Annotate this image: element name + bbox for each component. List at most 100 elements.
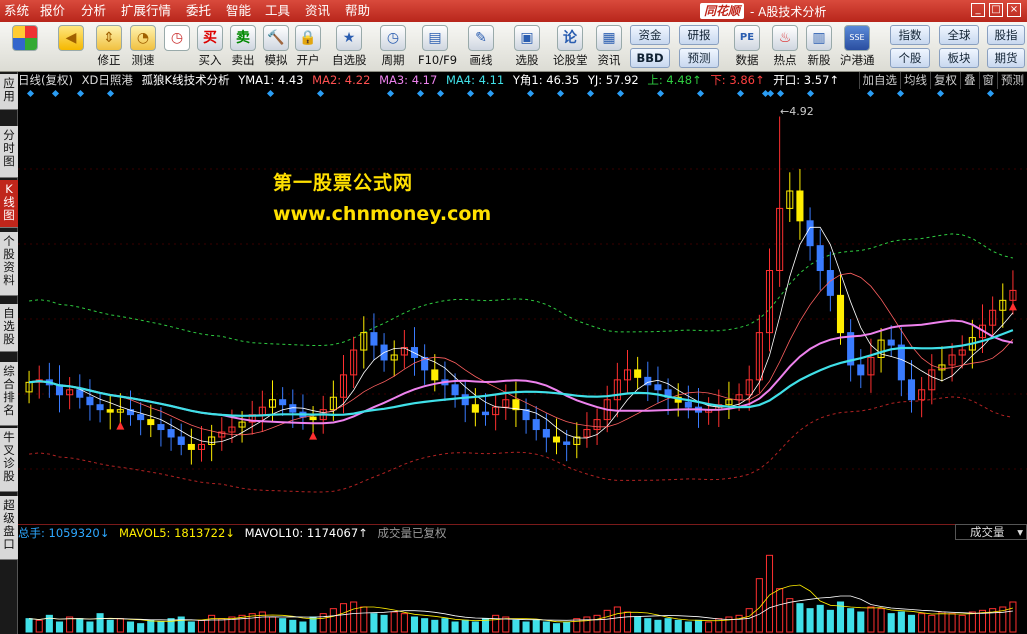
minimize-button[interactable]: _ bbox=[971, 3, 985, 17]
volume-bar bbox=[441, 618, 449, 633]
volume-bar bbox=[66, 616, 74, 633]
volume-bar bbox=[806, 608, 814, 633]
candle-body bbox=[887, 339, 895, 346]
clock-button[interactable]: ◷ bbox=[160, 24, 194, 70]
candle-body bbox=[634, 369, 642, 378]
menu-tools[interactable]: 工具 bbox=[265, 3, 290, 19]
volume-bar bbox=[938, 611, 946, 633]
back-button[interactable]: ◀ bbox=[54, 24, 88, 70]
candle-body bbox=[654, 384, 662, 391]
volume-bar bbox=[299, 621, 307, 633]
max-price-value: 4.92 bbox=[789, 105, 814, 118]
news-button[interactable]: ▦ 资讯 bbox=[592, 24, 626, 70]
star-icon: ★ bbox=[336, 25, 362, 51]
period-button[interactable]: ◷ 周期 bbox=[376, 24, 410, 70]
grid-icon bbox=[12, 25, 38, 51]
candle-body bbox=[157, 424, 165, 431]
menu-smart[interactable]: 智能 bbox=[226, 3, 251, 19]
forum-button[interactable]: 论论股堂 bbox=[553, 24, 588, 70]
volume-bar bbox=[147, 619, 155, 633]
new-stock-icon: ▥ bbox=[806, 25, 832, 51]
index-futures-button[interactable]: 股指 bbox=[987, 25, 1025, 45]
stock-button[interactable]: 个股 bbox=[890, 48, 930, 68]
data-button[interactable]: PE 数据 bbox=[730, 24, 764, 70]
menu-analysis[interactable]: 分析 bbox=[81, 3, 106, 19]
index-button[interactable]: 指数 bbox=[890, 25, 930, 45]
hk-connect-button[interactable]: SSE 沪港通 bbox=[840, 24, 875, 70]
volume-bar bbox=[847, 608, 855, 633]
volume-bar bbox=[867, 606, 875, 633]
hot-button[interactable]: ♨ 热点 bbox=[768, 24, 802, 70]
buy-button[interactable]: 买买入 bbox=[193, 24, 227, 70]
event-marker bbox=[736, 89, 745, 98]
volume-bar bbox=[360, 606, 368, 633]
tab-kline[interactable]: K线图 bbox=[0, 180, 18, 228]
futures-button[interactable]: 期货 bbox=[987, 48, 1025, 68]
max-price-label: ←4.92 bbox=[780, 105, 814, 118]
candle-body bbox=[857, 364, 865, 376]
f10-button[interactable]: ▤ F10/F9 bbox=[418, 24, 457, 70]
sector-button[interactable]: 板块 bbox=[939, 48, 979, 68]
research-button[interactable]: 研报 bbox=[679, 25, 719, 45]
adjust-tab[interactable]: 复权 bbox=[930, 72, 960, 89]
close-button[interactable]: × bbox=[1007, 3, 1021, 17]
bbd-button[interactable]: BBD bbox=[630, 48, 670, 68]
menu-extended-quote[interactable]: 扩展行情 bbox=[121, 3, 171, 19]
menu-system[interactable]: 系统 bbox=[4, 3, 29, 19]
draw-line-button[interactable]: ✎ 画线 bbox=[464, 24, 498, 70]
volume-bar bbox=[126, 621, 135, 633]
tab-super-panel[interactable]: 超级盘口 bbox=[0, 496, 18, 560]
sell-button[interactable]: 卖卖出 bbox=[226, 24, 260, 70]
tab-watchlist[interactable]: 自选股 bbox=[0, 304, 18, 352]
tab-apps[interactable]: 应用 bbox=[0, 74, 18, 110]
tab-stock-profile[interactable]: 个股资料 bbox=[0, 232, 18, 296]
speed-test-button[interactable]: ◔ 测速 bbox=[126, 24, 160, 70]
moving-average-tab[interactable]: 均线 bbox=[900, 72, 930, 89]
menu-order[interactable]: 委托 bbox=[186, 3, 211, 19]
menu-quote[interactable]: 报价 bbox=[40, 3, 65, 19]
stock-picker-button[interactable]: ▣ 选股 bbox=[510, 24, 544, 70]
volume-bar bbox=[86, 621, 94, 633]
grid-button[interactable] bbox=[8, 24, 42, 70]
event-marker bbox=[26, 89, 35, 98]
kline-chart[interactable] bbox=[18, 89, 1027, 524]
volume-bar bbox=[542, 621, 550, 633]
watchlist-button[interactable]: ★ 自选股 bbox=[332, 24, 367, 70]
volume-indicator-select[interactable]: 成交量 ▾ bbox=[955, 524, 1027, 540]
tab-intraday[interactable]: 分时图 bbox=[0, 126, 18, 178]
chart-tabs: 加自选 均线 复权 叠 窗 预测 bbox=[858, 72, 1027, 89]
new-stock-button[interactable]: ▥ 新股 bbox=[802, 24, 836, 70]
volume-bar bbox=[380, 614, 388, 633]
volume-bar bbox=[522, 621, 530, 633]
open-account-button[interactable]: 🔒 开户 bbox=[291, 24, 325, 70]
global-button[interactable]: 全球 bbox=[939, 25, 979, 45]
screen-icon: ▤ bbox=[422, 25, 448, 51]
event-marker bbox=[416, 89, 425, 98]
event-marker bbox=[766, 89, 775, 98]
volume-bar bbox=[593, 614, 601, 633]
maximize-button[interactable]: □ bbox=[989, 3, 1003, 17]
menu-help[interactable]: 帮助 bbox=[345, 3, 370, 19]
correct-button[interactable]: ⇕ 修正 bbox=[92, 24, 126, 70]
yj-value: YJ: 57.92 bbox=[587, 73, 639, 87]
volume-bar bbox=[492, 614, 500, 633]
add-watchlist-tab[interactable]: 加自选 bbox=[858, 72, 901, 89]
forecast-tab[interactable]: 预测 bbox=[997, 72, 1027, 89]
volume-bar bbox=[968, 611, 976, 633]
overlay-tab[interactable]: 叠 bbox=[960, 72, 979, 89]
hot-icon: ♨ bbox=[772, 25, 798, 51]
volume-bar bbox=[268, 616, 277, 633]
ma2-value: MA2: 4.22 bbox=[312, 73, 371, 87]
tab-diagnosis[interactable]: 牛叉诊股 bbox=[0, 428, 18, 492]
simulate-button[interactable]: 🔨 模拟 bbox=[259, 24, 293, 70]
forecast-button[interactable]: 预测 bbox=[679, 48, 719, 68]
chart-area[interactable]: 日线(复权) XD日照港 孤狼K线技术分析 YMA1: 4.43 MA2: 4.… bbox=[18, 72, 1027, 634]
formula-name: 孤狼K线技术分析 bbox=[141, 73, 230, 87]
watermark-url: www.chnmoney.com bbox=[273, 203, 492, 225]
window-tab[interactable]: 窗 bbox=[978, 72, 998, 89]
fund-button[interactable]: 资金 bbox=[630, 25, 670, 45]
volume-bar bbox=[421, 618, 429, 633]
menu-news[interactable]: 资讯 bbox=[305, 3, 330, 19]
volume-bar bbox=[857, 611, 865, 633]
tab-ranking[interactable]: 综合排名 bbox=[0, 362, 18, 426]
